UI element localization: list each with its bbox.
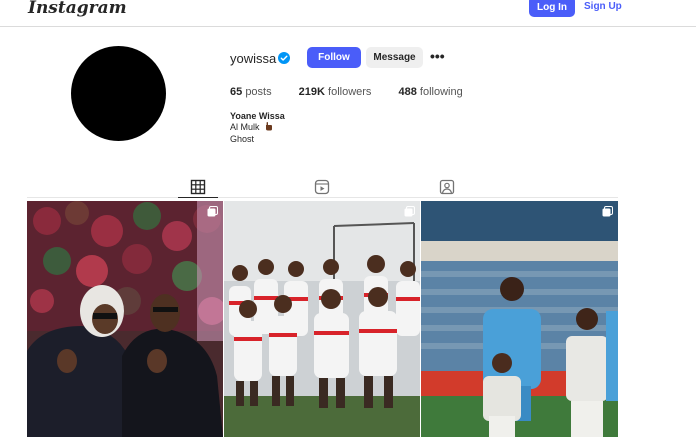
followers-label: followers xyxy=(328,86,372,98)
profile-stats: 65 posts 219K followers 488 following xyxy=(230,86,487,98)
posts-count: 65 xyxy=(230,86,243,98)
following-stat[interactable]: 488 following xyxy=(399,86,463,98)
followers-stat[interactable]: 219K followers xyxy=(299,86,372,98)
profile-bio-line-2: Ghost xyxy=(230,134,255,144)
follow-button[interactable]: Follow xyxy=(307,47,361,68)
profile-full-name: Yoane Wissa xyxy=(230,111,285,121)
reels-icon[interactable] xyxy=(314,179,330,195)
bio-text: Al Mulk xyxy=(230,122,260,132)
more-options-icon[interactable]: ••• xyxy=(430,49,446,64)
instagram-logo[interactable]: Instagram xyxy=(28,0,127,18)
posts-stat: 65 posts xyxy=(230,86,272,98)
post-thumbnail[interactable] xyxy=(27,201,223,437)
followers-count: 219K xyxy=(298,86,325,98)
verified-badge-icon xyxy=(278,52,290,64)
post-image xyxy=(27,201,223,437)
following-count: 488 xyxy=(398,86,417,98)
posts-label: posts xyxy=(245,86,272,98)
top-nav-bar: Instagram Log In Sign Up xyxy=(0,0,696,27)
multi-post-icon xyxy=(404,206,415,217)
multi-post-icon xyxy=(602,206,613,217)
active-tab-indicator xyxy=(178,197,218,198)
profile-avatar[interactable] xyxy=(71,46,166,141)
profile-bio-line: Al Mulk xyxy=(230,122,273,132)
grid-icon[interactable] xyxy=(190,179,206,195)
message-button[interactable]: Message xyxy=(366,47,423,68)
profile-username: yowissa xyxy=(230,51,277,66)
login-button[interactable]: Log In xyxy=(529,0,575,17)
following-label: following xyxy=(419,86,463,98)
multi-post-icon xyxy=(207,206,218,217)
tabs-divider xyxy=(27,197,618,198)
post-thumbnail[interactable] xyxy=(421,201,618,437)
signup-link[interactable]: Sign Up xyxy=(584,1,622,12)
pointing-hand-icon xyxy=(266,122,273,131)
post-image xyxy=(224,201,420,437)
post-image xyxy=(421,201,618,437)
post-thumbnail[interactable] xyxy=(224,201,420,437)
tagged-icon[interactable] xyxy=(439,179,455,195)
